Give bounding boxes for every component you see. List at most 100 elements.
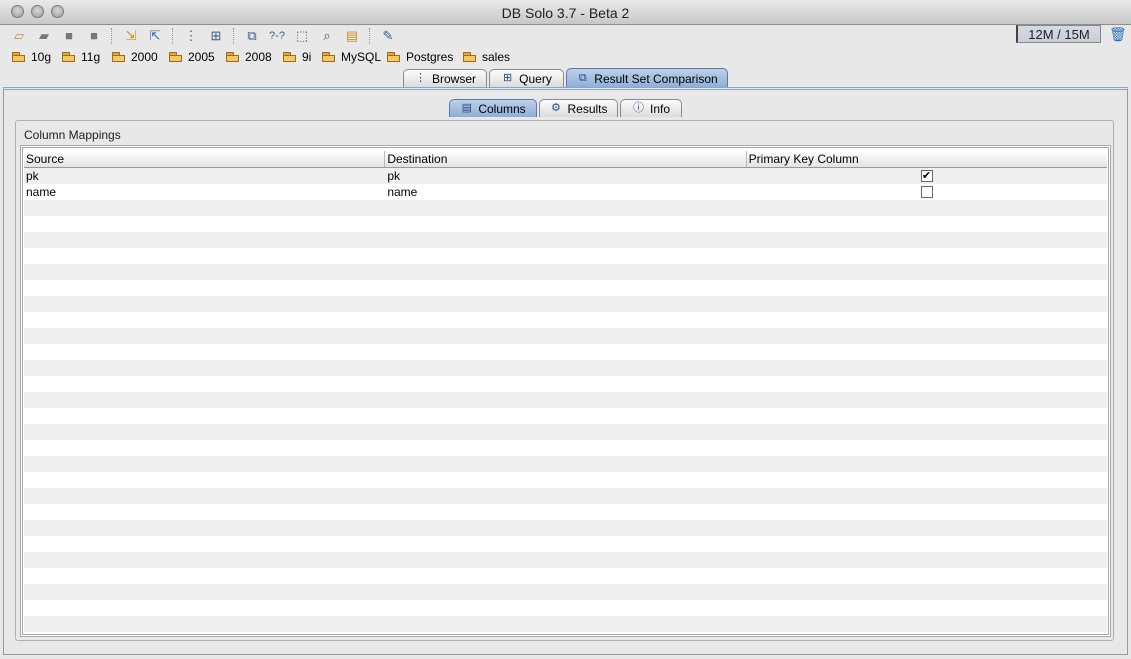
save-icon[interactable]: ■ xyxy=(61,28,77,44)
bookmark-label: 10g xyxy=(31,50,52,64)
compare-icon[interactable]: ⧉ xyxy=(244,28,260,44)
empty-row xyxy=(24,296,1107,312)
empty-row xyxy=(24,248,1107,264)
cell-primary-key xyxy=(747,184,1107,200)
empty-row xyxy=(24,392,1107,408)
empty-row xyxy=(24,520,1107,536)
empty-row xyxy=(24,472,1107,488)
tab-results[interactable]: ⚙ Results xyxy=(539,99,618,117)
compare-icon: ⧉ xyxy=(578,72,587,84)
empty-row xyxy=(24,408,1107,424)
toolbar-separator xyxy=(233,28,234,44)
bookmark-mysql[interactable]: MySQL xyxy=(322,49,381,65)
trash-icon[interactable]: 🗑 xyxy=(1109,27,1127,42)
bookmark-11g[interactable]: 11g xyxy=(62,49,100,65)
tab-label: Result Set Comparison xyxy=(594,71,718,86)
tab-query[interactable]: ⊞ Query xyxy=(489,69,564,87)
bookmark-label: Postgres xyxy=(406,50,454,64)
empty-row xyxy=(24,328,1107,344)
column-mappings-table[interactable]: Source Destination Primary Key Column pk… xyxy=(20,145,1111,637)
bookmark-9i[interactable]: 9i xyxy=(283,49,311,65)
title-bar: DB Solo 3.7 - Beta 2 xyxy=(0,0,1131,25)
bookmark-sales[interactable]: sales xyxy=(463,49,510,65)
empty-row xyxy=(24,344,1107,360)
schema-icon[interactable]: ⬚ xyxy=(294,28,310,44)
bookmarks-bar: 10g 11g 2000 2005 2008 9i MySQL Postgres… xyxy=(0,48,1131,66)
export-icon[interactable]: ⇱ xyxy=(147,28,163,44)
empty-row xyxy=(24,424,1107,440)
header-destination[interactable]: Destination xyxy=(385,151,747,167)
bookmark-postgres[interactable]: Postgres xyxy=(387,49,453,65)
empty-row xyxy=(24,456,1107,472)
table-row[interactable]: pk pk xyxy=(24,168,1107,184)
bookmark-label: 2000 xyxy=(131,50,158,64)
results-icon: ⚙ xyxy=(551,102,561,114)
empty-row xyxy=(24,360,1107,376)
empty-row xyxy=(24,584,1107,600)
tab-label: Query xyxy=(519,71,552,86)
table-body: pk pk name name xyxy=(24,168,1107,634)
grid-icon[interactable]: ⊞ xyxy=(208,28,224,44)
tree-icon: ⋮ xyxy=(414,72,426,84)
folder-icon xyxy=(387,52,401,62)
bookmark-2008[interactable]: 2008 xyxy=(226,49,272,65)
empty-row xyxy=(24,264,1107,280)
tab-result-set-comparison[interactable]: ⧉ Result Set Comparison xyxy=(566,68,728,88)
cell-destination[interactable]: name xyxy=(385,184,746,200)
empty-row xyxy=(24,232,1107,248)
search-icon[interactable]: ⌕ xyxy=(319,28,335,44)
folder-icon xyxy=(322,52,336,62)
bookmark-2000[interactable]: 2000 xyxy=(112,49,158,65)
clipboard-icon[interactable]: ▤ xyxy=(344,28,360,44)
gray-folder-icon[interactable]: ▰ xyxy=(36,28,52,44)
empty-row xyxy=(24,616,1107,632)
header-primary-key-column[interactable]: Primary Key Column xyxy=(747,151,1107,167)
tab-label: Info xyxy=(649,101,670,116)
empty-row xyxy=(24,552,1107,568)
tab-info[interactable]: ⓘ Info xyxy=(620,99,682,117)
tab-columns[interactable]: ▤ Columns xyxy=(449,99,537,117)
empty-row xyxy=(24,440,1107,456)
empty-row xyxy=(24,536,1107,552)
save-all-icon[interactable]: ■ xyxy=(86,28,102,44)
cell-source[interactable]: pk xyxy=(24,168,385,184)
folder-icon xyxy=(226,52,240,62)
toolbar-separator xyxy=(369,28,370,44)
primary-key-checkbox[interactable] xyxy=(920,168,933,184)
tree-icon[interactable]: ⋮ xyxy=(183,28,199,44)
bookmark-label: 9i xyxy=(302,50,312,64)
table-header: Source Destination Primary Key Column xyxy=(24,151,1107,168)
tab-label: Browser xyxy=(431,71,476,86)
bookmark-label: 11g xyxy=(81,50,101,64)
folder-icon xyxy=(463,52,477,62)
query-help-icon[interactable]: ?-? xyxy=(269,28,285,44)
folder-icon xyxy=(12,52,26,62)
bookmark-2005[interactable]: 2005 xyxy=(169,49,215,65)
primary-key-checkbox[interactable] xyxy=(920,186,933,198)
open-folder-icon[interactable]: ▱ xyxy=(11,28,27,44)
empty-row xyxy=(24,488,1107,504)
memory-indicator[interactable]: 12M / 15M xyxy=(1016,25,1101,43)
cell-primary-key xyxy=(747,168,1107,184)
tab-browser[interactable]: ⋮ Browser xyxy=(403,69,487,87)
empty-row xyxy=(24,568,1107,584)
toolbar: ▱ ▰ ■ ■ ⇲ ⇱ ⋮ ⊞ ⧉ ?-? ⬚ ⌕ ▤ ✎ xyxy=(0,25,1131,47)
header-source[interactable]: Source xyxy=(24,151,386,167)
empty-row xyxy=(24,280,1107,296)
empty-row xyxy=(24,312,1107,328)
import-icon[interactable]: ⇲ xyxy=(123,28,139,44)
cell-source[interactable]: name xyxy=(24,184,385,200)
format-icon[interactable]: ✎ xyxy=(380,28,396,44)
bookmark-10g[interactable]: 10g xyxy=(12,49,51,65)
bookmark-label: 2005 xyxy=(188,50,215,64)
empty-row xyxy=(24,504,1107,520)
columns-icon: ▤ xyxy=(461,102,473,114)
cell-destination[interactable]: pk xyxy=(385,168,746,184)
tab-label: Results xyxy=(567,101,608,116)
column-mappings-label: Column Mappings xyxy=(24,128,121,142)
bookmark-label: MySQL xyxy=(341,50,382,64)
empty-row xyxy=(24,200,1107,216)
toolbar-separator xyxy=(111,28,112,44)
table-row[interactable]: name name xyxy=(24,184,1107,200)
folder-icon xyxy=(283,52,297,62)
